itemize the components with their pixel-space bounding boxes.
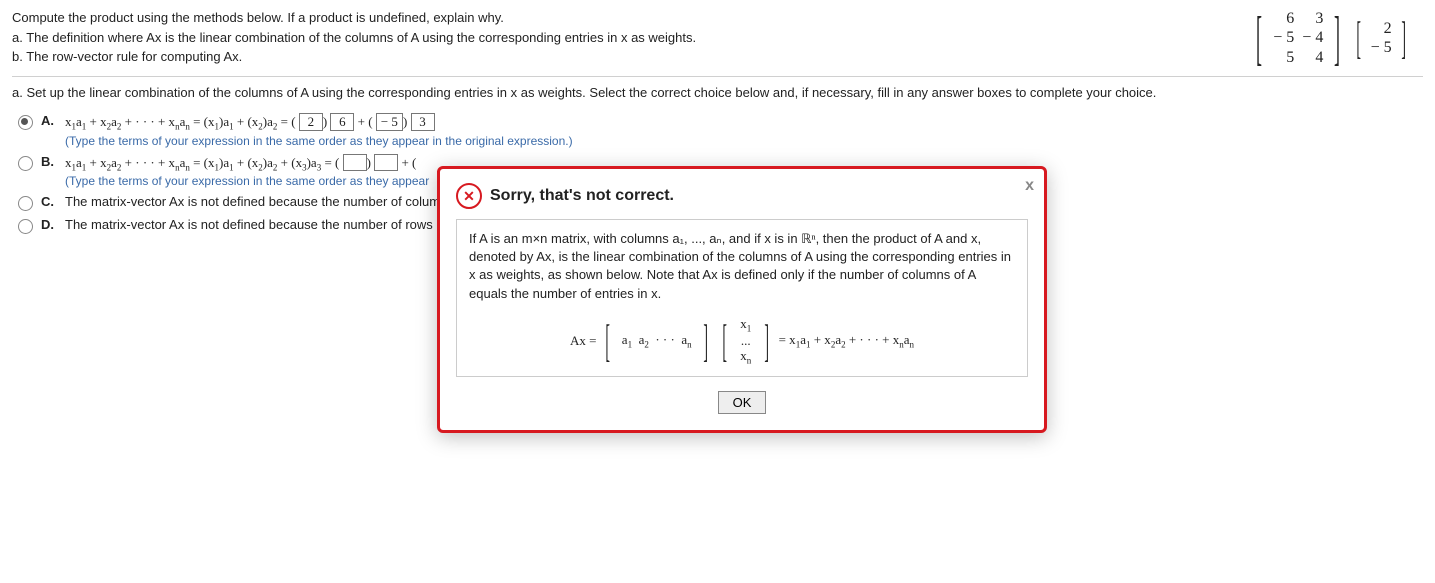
matrix-display: [ 6 − 5 5 3 − 4 4 ] [ 2 − 5 ]	[1249, 8, 1423, 68]
choice-d-letter: D.	[41, 217, 59, 232]
answer-box-a1v[interactable]: 6	[330, 113, 354, 131]
formula-dots: ...	[741, 334, 751, 348]
radio-d[interactable]	[18, 219, 33, 234]
answer-box-a1[interactable]: 2	[299, 113, 323, 131]
x-2: − 5	[1371, 38, 1392, 57]
A-3-1: 5	[1286, 48, 1294, 67]
A-2-1: − 5	[1273, 28, 1294, 47]
ok-button[interactable]: OK	[718, 391, 767, 414]
feedback-text-1: If A is an m×n matrix, with columns a₁, …	[469, 231, 801, 246]
A-1-2: 3	[1315, 9, 1323, 28]
choice-d-text: The matrix-vector Ax is not defined beca…	[65, 217, 461, 232]
choice-a-expr: x1a1 + x2a2 + · · · + xnan = (x1)a1 + (x…	[65, 114, 435, 129]
radio-a[interactable]	[18, 115, 33, 130]
answer-box-a2v[interactable]: 3	[411, 113, 435, 131]
wrong-icon: ✕	[456, 183, 482, 209]
rn-symbol: ℝⁿ	[801, 231, 815, 246]
part-a-prompt: a. Set up the linear combination of the …	[12, 85, 1423, 100]
question-intro: Compute the product using the methods be…	[12, 8, 696, 28]
answer-box-a2[interactable]: − 5	[376, 113, 403, 131]
feedback-title: Sorry, that's not correct.	[490, 187, 674, 205]
choice-c-text: The matrix-vector Ax is not defined beca…	[65, 194, 454, 209]
close-icon[interactable]: x	[1025, 177, 1034, 195]
A-2-2: − 4	[1302, 28, 1323, 47]
feedback-modal: x ✕ Sorry, that's not correct. If A is a…	[437, 166, 1047, 433]
radio-c[interactable]	[18, 196, 33, 211]
feedback-body: If A is an m×n matrix, with columns a₁, …	[456, 219, 1028, 377]
answer-box-b1[interactable]	[343, 154, 367, 172]
question-part-a: a. The definition where Ax is the linear…	[12, 28, 696, 48]
choice-a-letter: A.	[41, 113, 59, 128]
A-3-2: 4	[1315, 48, 1323, 67]
x-1: 2	[1384, 19, 1392, 38]
choice-c-letter: C.	[41, 194, 59, 209]
formula-ax: Ax =	[570, 332, 596, 350]
choice-b-expr: x1a1 + x2a2 + · · · + xnan = (x1)a1 + (x…	[65, 155, 416, 170]
A-1-1: 6	[1286, 9, 1294, 28]
choice-b-hint: (Type the terms of your expression in th…	[65, 174, 429, 188]
radio-b[interactable]	[18, 156, 33, 171]
choice-a[interactable]: A. x1a1 + x2a2 + · · · + xnan = (x1)a1 +…	[12, 110, 1423, 151]
question-part-b: b. The row-vector rule for computing Ax.	[12, 47, 696, 67]
answer-box-b1v[interactable]	[374, 154, 398, 172]
choice-a-hint: (Type the terms of your expression in th…	[65, 134, 573, 148]
choice-b-letter: B.	[41, 154, 59, 169]
